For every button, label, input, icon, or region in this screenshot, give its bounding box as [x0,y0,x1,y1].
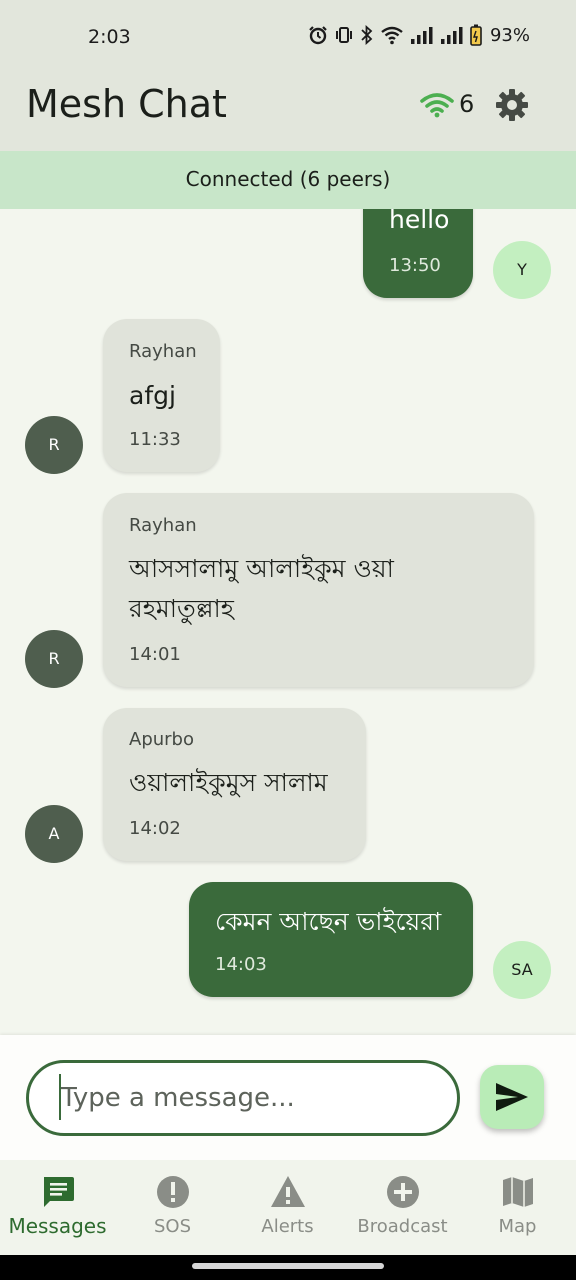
status-time: 2:03 [88,26,131,48]
message-time: 14:01 [129,644,181,665]
nav-messages[interactable]: Messages [0,1160,115,1255]
message-sender: Rayhan [129,341,197,362]
nav-label: Broadcast [357,1216,448,1237]
add-circle-icon [386,1176,419,1208]
message-bubble-outgoing[interactable]: hello 13:50 [363,209,473,298]
alarm-icon [309,26,327,45]
vibrate-icon [335,27,352,43]
send-icon [496,1083,528,1111]
status-bar: 2:03 93% [0,0,576,76]
avatar: R [25,630,83,688]
text-caret [59,1074,61,1120]
signal-icon-2 [440,27,463,44]
message-list[interactable]: hello 13:50 Y Rayhan afgj 11:33 R Rayhan… [0,209,576,1035]
avatar: Y [493,241,551,299]
message-text-line-2: রহমাতুল্লাহ [129,594,234,623]
nav-label: Map [498,1216,537,1237]
battery-icon [470,24,482,46]
nav-label: Alerts [261,1216,314,1237]
message-time: 11:33 [129,429,181,450]
message-time: 14:02 [129,818,181,839]
wifi-status-icon [381,26,403,45]
message-sender: Rayhan [129,515,197,536]
app-title: Mesh Chat [26,82,227,126]
home-indicator[interactable] [192,1263,384,1269]
nav-label: SOS [153,1216,192,1237]
signal-icon [410,27,433,44]
chat-icon [43,1177,74,1207]
message-text: কেমন আছেন ভাইয়েরা [215,907,442,936]
exclamation-icon [156,1176,189,1208]
status-icons: 93% [308,24,530,46]
message-time: 13:50 [389,255,441,276]
nav-sos[interactable]: SOS [115,1160,230,1255]
map-icon [502,1177,533,1207]
connection-banner: Connected (6 peers) [0,151,576,209]
message-bubble-incoming[interactable]: Rayhan afgj 11:33 [103,319,220,472]
peer-count: 6 [459,90,475,118]
message-text: afgj [129,381,176,410]
avatar: R [25,416,83,474]
app-bar: Mesh Chat 6 [0,76,576,151]
battery-percent: 93% [489,24,530,46]
message-bubble-incoming[interactable]: Rayhan আসসালামু আলাইকুম ওয়া রহমাতুল্লাহ… [103,493,534,687]
message-text: ওয়ালাইকুমুস সালাম [129,768,328,797]
bluetooth-icon [361,25,373,45]
gesture-bar [0,1255,576,1280]
message-sender: Apurbo [129,729,194,750]
message-bubble-outgoing[interactable]: কেমন আছেন ভাইয়েরা 14:03 [189,882,473,997]
nav-alerts[interactable]: Alerts [230,1160,345,1255]
message-bubble-incoming[interactable]: Apurbo ওয়ালাইকুমুস সালাম 14:02 [103,708,366,861]
send-button[interactable] [480,1065,544,1129]
avatar: A [25,805,83,863]
message-input[interactable] [26,1060,460,1136]
nav-map[interactable]: Map [460,1160,575,1255]
avatar: SA [493,941,551,999]
gear-icon[interactable] [495,88,529,122]
composer [0,1035,576,1160]
message-time: 14:03 [215,954,267,975]
peers-wifi-icon [420,93,454,118]
message-text-line-1: আসসালামু আলাইকুম ওয়া [129,554,394,583]
nav-label: Messages [8,1214,107,1238]
warning-icon [270,1176,305,1207]
message-text: hello [389,209,450,234]
nav-broadcast[interactable]: Broadcast [345,1160,460,1255]
bottom-navigation: Messages SOS Alerts Broadcast Map [0,1160,576,1255]
